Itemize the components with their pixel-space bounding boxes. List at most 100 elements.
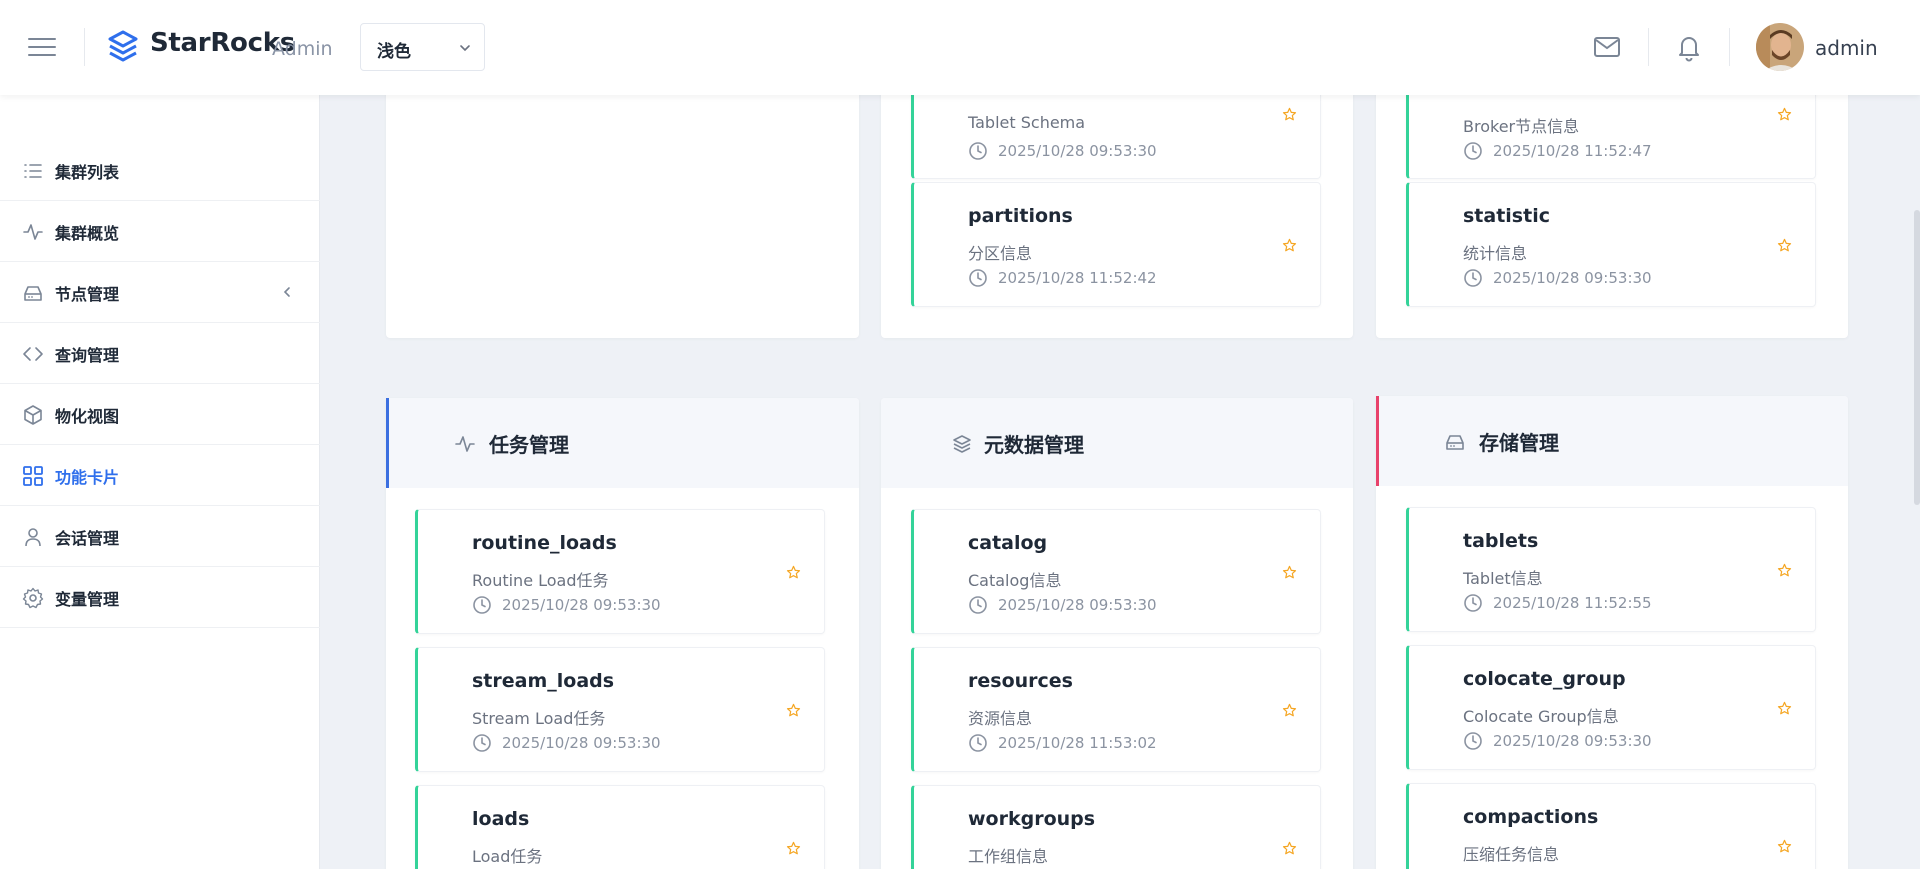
layers-icon <box>953 435 971 453</box>
card-name: tablets <box>1463 530 1539 552</box>
star-icon[interactable] <box>786 565 801 580</box>
hard-drive-icon <box>1446 435 1464 450</box>
panel-partial: Broker节点信息 2025/10/28 11:52:47 statistic… <box>1376 60 1848 338</box>
panel-header: 任务管理 <box>386 398 859 488</box>
sidebar-item-node-management[interactable]: 节点管理 <box>0 262 320 323</box>
panel-task-management: 任务管理 routine_loads Routine Load任务 2025/1… <box>386 398 859 869</box>
card-timestamp: 2025/10/28 09:53:30 <box>998 142 1157 160</box>
starrocks-logo-icon <box>108 30 138 62</box>
user-icon <box>25 528 41 547</box>
star-icon[interactable] <box>786 703 801 718</box>
avatar[interactable] <box>1756 23 1804 71</box>
card-description: Broker节点信息 <box>1463 117 1580 136</box>
chevron-down-icon <box>460 45 470 52</box>
card-name: resources <box>968 670 1073 692</box>
gear-icon <box>22 587 44 609</box>
card-description: 分区信息 <box>968 244 1033 263</box>
bell-icon[interactable] <box>1674 32 1704 62</box>
sidebar-item-label: 集群列表 <box>55 163 120 182</box>
feature-card[interactable]: workgroups 工作组信息 <box>911 785 1321 869</box>
card-name: colocate_group <box>1463 668 1626 690</box>
card-description: 工作组信息 <box>968 847 1049 866</box>
card-description: Stream Load任务 <box>472 709 606 728</box>
star-icon[interactable] <box>1777 563 1792 578</box>
sidebar-item-feature-cards[interactable]: 功能卡片 <box>0 445 320 506</box>
feature-card[interactable]: tablets Tablet信息 2025/10/28 11:52:55 <box>1406 507 1816 632</box>
clock-icon <box>473 734 491 752</box>
panel-accent-bar <box>386 398 389 488</box>
theme-select[interactable]: 浅色 <box>360 23 485 71</box>
card-timestamp: 2025/10/28 11:52:42 <box>998 269 1157 287</box>
panel-storage-management: 存储管理 tablets Tablet信息 2025/10/28 11:52:5… <box>1376 396 1848 869</box>
activity-icon <box>23 224 43 240</box>
theme-select-value: 浅色 <box>377 42 411 62</box>
feature-card[interactable]: catalog Catalog信息 2025/10/28 09:53:30 <box>911 509 1321 634</box>
feature-card[interactable]: statistic 统计信息 2025/10/28 09:53:30 <box>1406 182 1816 307</box>
sidebar-item-materialized-views[interactable]: 物化视图 <box>0 384 320 445</box>
panel-title: 任务管理 <box>489 433 569 457</box>
panel-title: 存储管理 <box>1479 431 1559 455</box>
star-icon[interactable] <box>1777 238 1792 253</box>
card-timestamp: 2025/10/28 09:53:30 <box>998 596 1157 614</box>
server-icon <box>24 286 42 301</box>
mail-icon[interactable] <box>1592 32 1622 62</box>
sidebar-item-session-management[interactable]: 会话管理 <box>0 506 320 567</box>
clock-icon <box>1464 732 1482 750</box>
sidebar-item-query-management[interactable]: 查询管理 <box>0 323 320 384</box>
clock-icon <box>969 734 987 752</box>
feature-card[interactable]: resources 资源信息 2025/10/28 11:53:02 <box>911 647 1321 772</box>
card-description: 统计信息 <box>1463 244 1528 263</box>
header-divider <box>84 28 85 66</box>
card-timestamp: 2025/10/28 09:53:30 <box>1493 732 1652 750</box>
star-icon[interactable] <box>1282 238 1297 253</box>
cube-icon <box>24 405 42 425</box>
sidebar-item-label: 集群概览 <box>55 224 120 243</box>
card-description: 资源信息 <box>968 709 1033 728</box>
star-icon[interactable] <box>1282 703 1297 718</box>
feature-card[interactable]: routine_loads Routine Load任务 2025/10/28 … <box>415 509 825 634</box>
sidebar-item-label: 物化视图 <box>55 407 120 426</box>
card-timestamp: 2025/10/28 09:53:30 <box>1493 269 1652 287</box>
feature-card[interactable]: stream_loads Stream Load任务 2025/10/28 09… <box>415 647 825 772</box>
sidebar-item-variable-management[interactable]: 变量管理 <box>0 567 320 628</box>
card-name: stream_loads <box>472 670 615 692</box>
card-name: workgroups <box>968 808 1096 830</box>
card-description: Tablet Schema <box>968 113 1086 132</box>
sidebar-item-label: 变量管理 <box>55 590 120 609</box>
feature-card[interactable]: colocate_group Colocate Group信息 2025/10/… <box>1406 645 1816 770</box>
feature-card[interactable]: loads Load任务 <box>415 785 825 869</box>
sidebar-item-label: 功能卡片 <box>55 468 120 487</box>
star-icon[interactable] <box>1777 107 1792 122</box>
sidebar: 集群列表 集群概览 节点管理 查询管理 物化视图 功能卡片 会话管理 变量管理 <box>0 95 320 869</box>
card-description: 压缩任务信息 <box>1463 845 1560 864</box>
star-icon[interactable] <box>1282 107 1297 122</box>
card-timestamp: 2025/10/28 11:52:55 <box>1493 594 1652 612</box>
sidebar-item-cluster-overview[interactable]: 集群概览 <box>0 201 320 262</box>
star-icon[interactable] <box>786 841 801 856</box>
card-description: Tablet信息 <box>1463 569 1543 588</box>
sidebar-item-cluster-list[interactable]: 集群列表 <box>0 140 320 201</box>
star-icon[interactable] <box>1777 701 1792 716</box>
scrollbar-thumb[interactable] <box>1914 210 1920 505</box>
chevron-left-icon <box>283 287 290 297</box>
panel-metadata-management: 元数据管理 catalog Catalog信息 2025/10/28 09:53… <box>881 398 1353 869</box>
feature-card[interactable]: partitions 分区信息 2025/10/28 11:52:42 <box>911 182 1321 307</box>
star-icon[interactable] <box>1282 841 1297 856</box>
username[interactable]: admin <box>1815 36 1878 60</box>
clock-icon <box>1464 142 1482 160</box>
clock-icon <box>1464 269 1482 287</box>
card-name: routine_loads <box>472 532 617 554</box>
menu-toggle-icon[interactable] <box>28 36 56 58</box>
star-icon[interactable] <box>1282 565 1297 580</box>
panel-header: 元数据管理 <box>881 398 1353 488</box>
code-icon <box>23 347 43 361</box>
card-description: Routine Load任务 <box>472 571 609 590</box>
activity-icon <box>455 436 475 452</box>
sidebar-item-label: 查询管理 <box>55 346 120 365</box>
header-divider <box>1648 28 1649 66</box>
star-icon[interactable] <box>1777 839 1792 854</box>
brand-subtitle: Admin <box>272 38 333 60</box>
feature-card[interactable]: compactions 压缩任务信息 <box>1406 783 1816 869</box>
header-divider <box>1729 28 1730 66</box>
clock-icon <box>473 596 491 614</box>
